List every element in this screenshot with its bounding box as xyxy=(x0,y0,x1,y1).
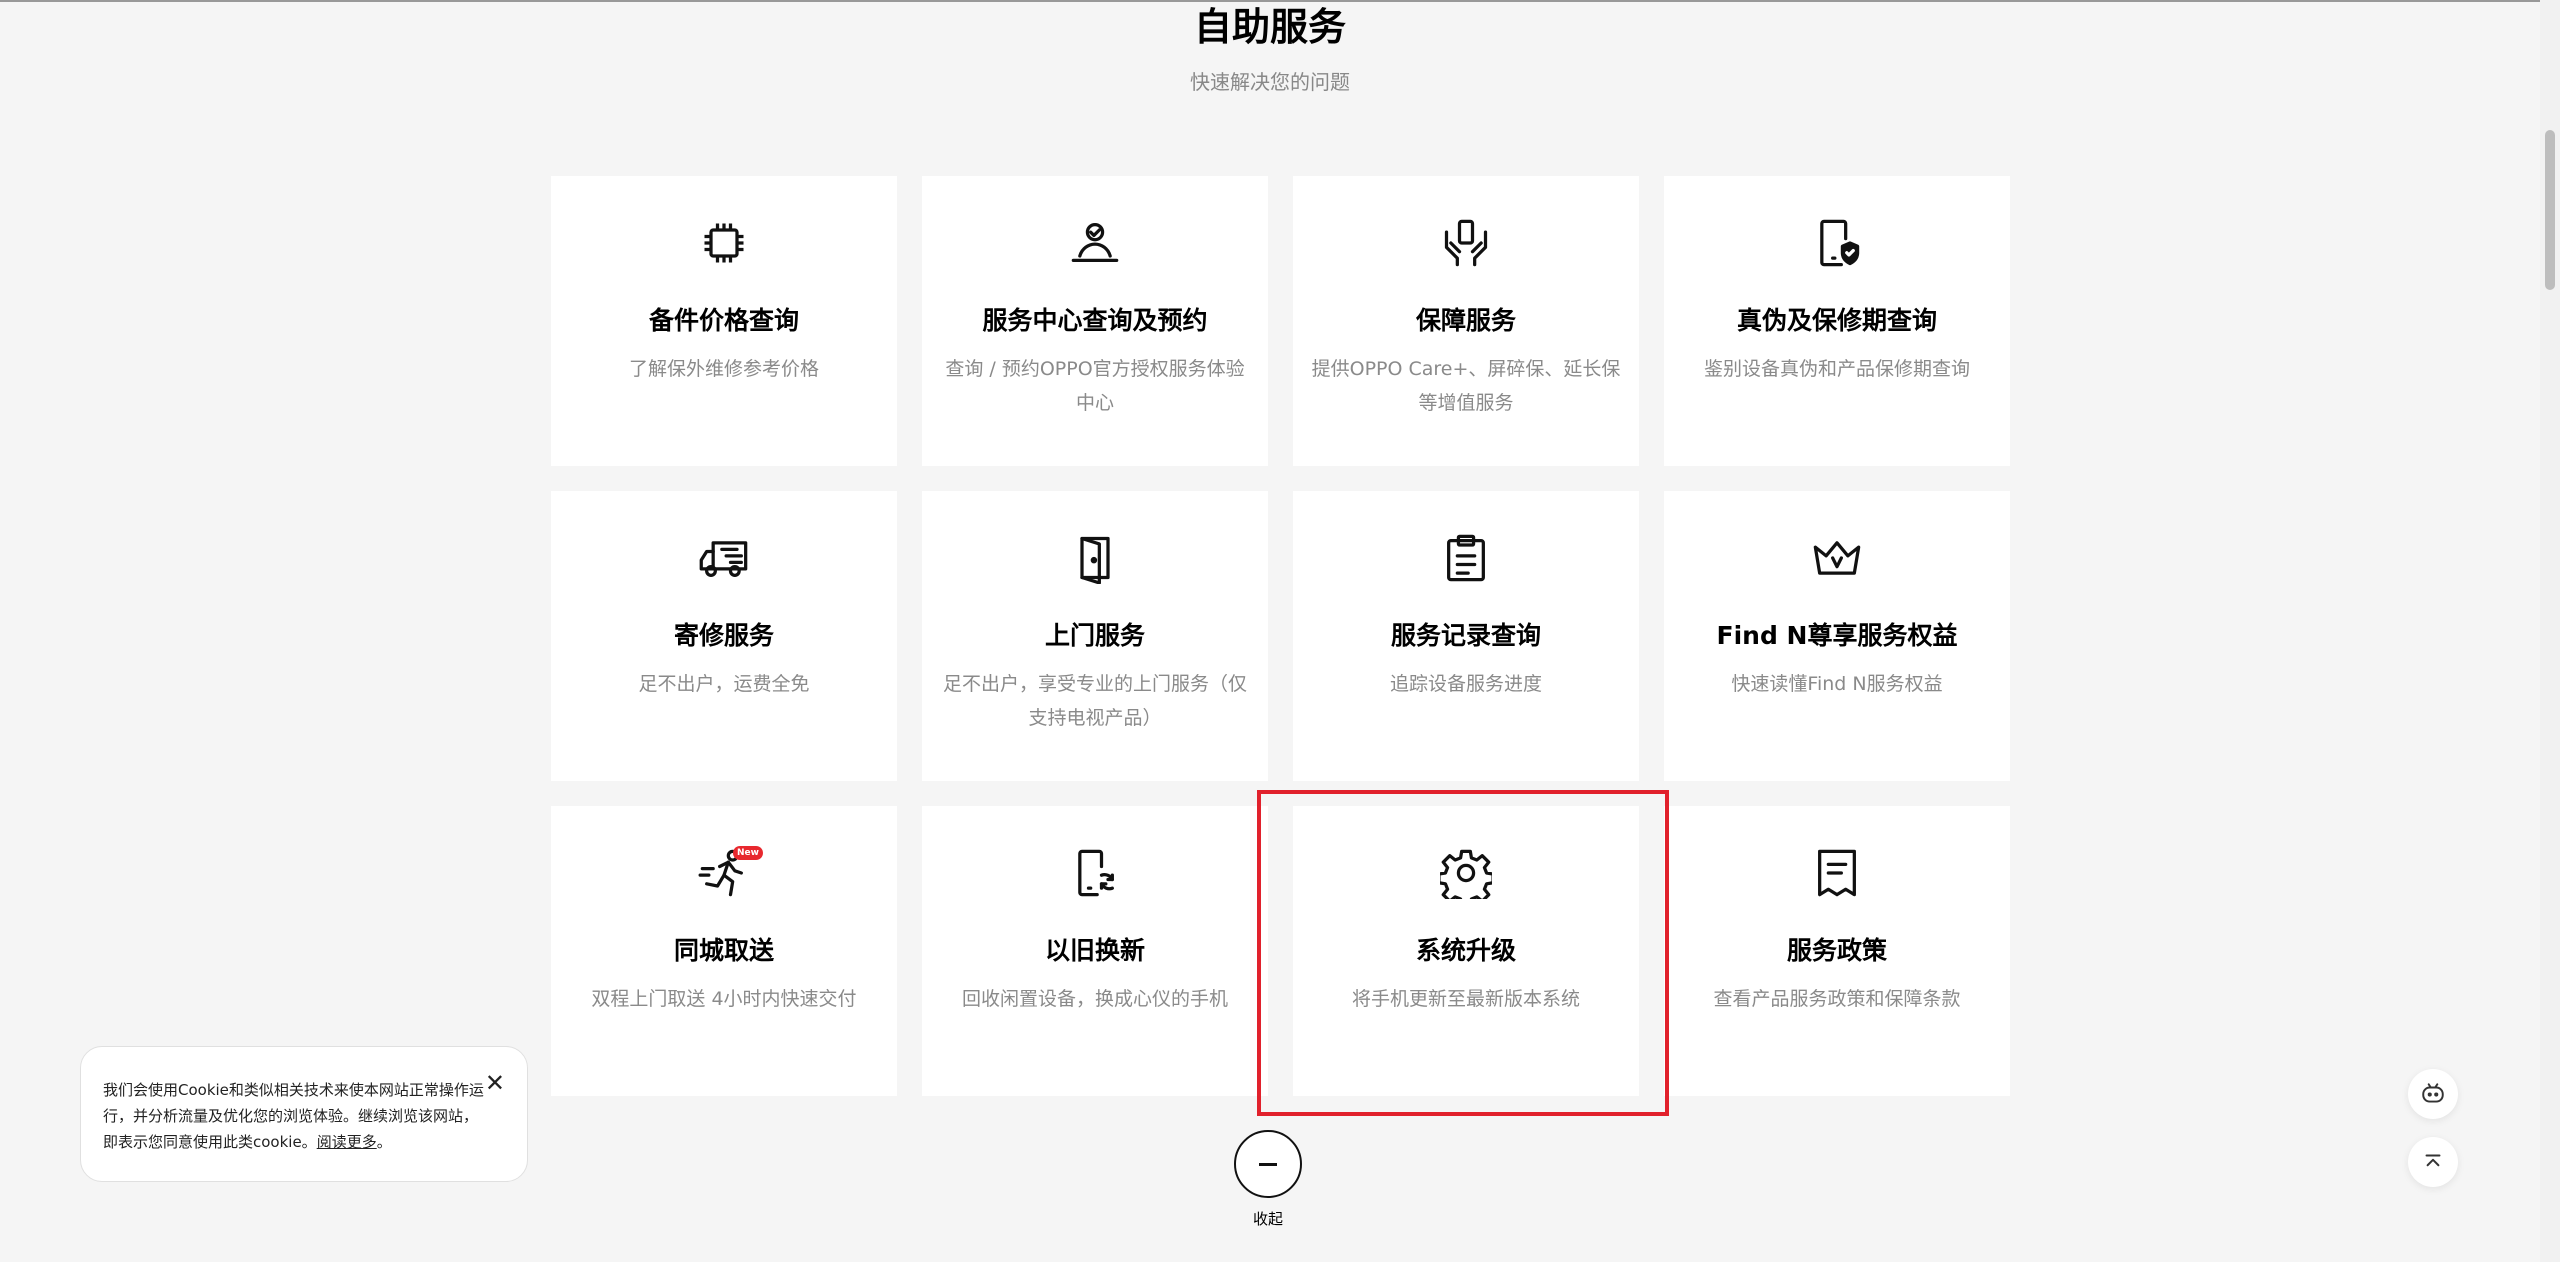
card-desc: 快速读懂Find N服务权益 xyxy=(1731,673,1943,695)
cookie-read-more-link[interactable]: 阅读更多 xyxy=(317,1133,377,1151)
card-title: 系统升级 xyxy=(1415,936,1516,965)
card-title: 备件价格查询 xyxy=(648,306,799,335)
card-mail-repair[interactable]: 寄修服务 足不出户，运费全免 xyxy=(551,491,897,781)
service-person-icon xyxy=(922,216,1268,270)
hands-phone-icon xyxy=(1293,216,1639,270)
chip-icon xyxy=(551,216,897,270)
scrollbar-thumb[interactable] xyxy=(2545,130,2555,290)
chatbot-button[interactable] xyxy=(2408,1069,2458,1119)
collapse-label: 收起 xyxy=(1252,1210,1283,1228)
card-desc: 将手机更新至最新版本系统 xyxy=(1351,988,1580,1010)
card-title: Find N尊享服务权益 xyxy=(1716,621,1958,650)
card-authenticity-warranty[interactable]: 真伪及保修期查询 鉴别设备真伪和产品保修期查询 xyxy=(1664,176,2010,466)
card-desc: 足不出户，运费全免 xyxy=(638,673,810,695)
close-icon[interactable]: ✕ xyxy=(485,1071,505,1095)
card-protection-service[interactable]: 保障服务 提供OPPO Care+、屏碎保、延长保等增值服务 xyxy=(1293,176,1639,466)
card-door-service[interactable]: 上门服务 足不出户，享受专业的上门服务（仅支持电视产品） xyxy=(922,491,1268,781)
door-icon xyxy=(922,531,1268,585)
crown-icon xyxy=(1664,531,2010,585)
service-grid: 备件价格查询 了解保外维修参考价格 服务中心查询及预约 查询 / 预约OPPO官… xyxy=(551,176,2011,1096)
cookie-text: 我们会使用Cookie和类似相关技术来使本网站正常操作运行，并分析流量及优化您的… xyxy=(103,1081,484,1151)
gear-icon xyxy=(1293,846,1639,900)
phone-recycle-icon xyxy=(922,846,1268,900)
card-title: 真伪及保修期查询 xyxy=(1736,306,1937,335)
card-same-city-delivery[interactable]: New 同城取送 双程上门取送 4小时内快速交付 xyxy=(551,806,897,1096)
back-to-top-icon xyxy=(2425,1154,2441,1167)
card-desc: 追踪设备服务进度 xyxy=(1389,673,1542,695)
card-service-policy[interactable]: 服务政策 查看产品服务政策和保障条款 xyxy=(1664,806,2010,1096)
card-desc: 双程上门取送 4小时内快速交付 xyxy=(591,988,857,1010)
card-service-center[interactable]: 服务中心查询及预约 查询 / 预约OPPO官方授权服务体验中心 xyxy=(922,176,1268,466)
cookie-text-end: 。 xyxy=(376,1133,392,1151)
card-title: 以旧换新 xyxy=(1044,936,1145,965)
runner-icon xyxy=(551,846,897,900)
card-title: 同城取送 xyxy=(673,936,774,965)
phone-shield-icon xyxy=(1664,216,2010,270)
card-spare-parts-price[interactable]: 备件价格查询 了解保外维修参考价格 xyxy=(551,176,897,466)
back-to-top-button[interactable] xyxy=(2408,1137,2458,1187)
card-find-n-benefits[interactable]: Find N尊享服务权益 快速读懂Find N服务权益 xyxy=(1664,491,2010,781)
card-trade-in[interactable]: 以旧换新 回收闲置设备，换成心仪的手机 xyxy=(922,806,1268,1096)
card-desc: 鉴别设备真伪和产品保修期查询 xyxy=(1703,358,1970,380)
card-title: 上门服务 xyxy=(1044,621,1145,650)
card-desc: 回收闲置设备，换成心仪的手机 xyxy=(961,988,1228,1010)
clipboard-icon xyxy=(1293,531,1639,585)
cookie-banner: 我们会使用Cookie和类似相关技术来使本网站正常操作运行，并分析流量及优化您的… xyxy=(80,1046,528,1182)
card-title: 服务政策 xyxy=(1786,936,1887,965)
chatbot-icon xyxy=(2422,1083,2444,1103)
truck-icon xyxy=(551,531,897,585)
receipt-icon xyxy=(1664,846,2010,900)
collapse-button[interactable] xyxy=(1234,1130,1302,1198)
card-title: 寄修服务 xyxy=(673,621,774,650)
card-desc: 足不出户，享受专业的上门服务（仅支持电视产品） xyxy=(942,673,1247,729)
card-system-upgrade[interactable]: 系统升级 将手机更新至最新版本系统 xyxy=(1293,806,1639,1096)
scrollbar[interactable] xyxy=(2540,0,2560,1262)
card-title: 服务中心查询及预约 xyxy=(982,306,1208,335)
card-title: 服务记录查询 xyxy=(1390,621,1541,650)
section-title: 自助服务 xyxy=(1193,5,1346,49)
card-service-records[interactable]: 服务记录查询 追踪设备服务进度 xyxy=(1293,491,1639,781)
card-desc: 了解保外维修参考价格 xyxy=(628,358,819,380)
new-badge: New xyxy=(733,846,763,860)
card-desc: 查询 / 预约OPPO官方授权服务体验中心 xyxy=(945,358,1245,414)
card-desc: 提供OPPO Care+、屏碎保、延长保等增值服务 xyxy=(1311,358,1621,414)
section-subtitle: 快速解决您的问题 xyxy=(1190,70,1350,94)
minus-icon xyxy=(1259,1162,1277,1166)
card-title: 保障服务 xyxy=(1415,306,1516,335)
card-desc: 查看产品服务政策和保障条款 xyxy=(1713,988,1961,1010)
